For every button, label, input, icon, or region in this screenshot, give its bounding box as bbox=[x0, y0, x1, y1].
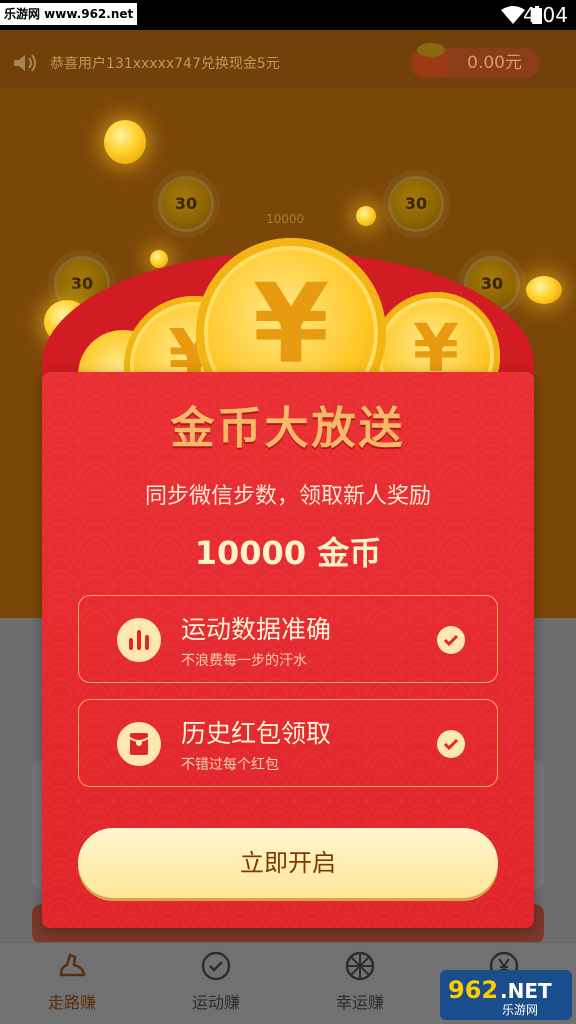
flying-coin bbox=[526, 276, 562, 304]
ticker-text: 恭喜用户131xxxxx747兑换现金5元 bbox=[50, 56, 280, 72]
check-icon bbox=[437, 730, 465, 758]
speaker-icon bbox=[14, 54, 36, 72]
962-net-logo: 962 .NET 乐游网 bbox=[440, 970, 572, 1020]
shoe-icon bbox=[59, 953, 86, 977]
tab-walk[interactable]: 走路赚 bbox=[0, 943, 144, 1024]
announcement-ticker: 恭喜用户131xxxxx747兑换现金5元 bbox=[12, 50, 280, 76]
step-goal-label: 10000 bbox=[266, 212, 305, 226]
tab-label: 走路赚 bbox=[47, 993, 96, 1012]
step-coin[interactable]: 30 bbox=[158, 176, 214, 232]
clock: 4:04 bbox=[523, 3, 568, 27]
check-circle-icon bbox=[201, 951, 231, 981]
tab-label: 运动赚 bbox=[191, 993, 240, 1012]
feature-subtitle: 不浪费每一步的汗水 bbox=[181, 653, 307, 669]
feature-title: 运动数据准确 bbox=[181, 615, 332, 644]
flying-coin bbox=[356, 206, 376, 226]
tab-lucky[interactable]: 幸运赚 bbox=[288, 943, 432, 1024]
popup-subtitle: 同步微信步数，领取新人奖励 bbox=[144, 484, 431, 509]
feature-subtitle: 不错过每个红包 bbox=[181, 757, 279, 773]
popup-title: 金币大放送 bbox=[170, 403, 406, 454]
reward-amount: 10000 金币 bbox=[194, 534, 382, 572]
money-bag-icon bbox=[414, 43, 448, 76]
step-coin[interactable]: 30 bbox=[388, 176, 444, 232]
flying-coin bbox=[150, 250, 168, 268]
bar-chart-icon bbox=[117, 618, 161, 662]
tab-label: 幸运赚 bbox=[335, 993, 384, 1012]
svg-text:962: 962 bbox=[448, 976, 498, 1004]
status-bar: 乐游网 www.962.net 4:04 bbox=[0, 0, 576, 30]
svg-text:乐游网: 乐游网 bbox=[502, 1003, 538, 1017]
red-envelope-icon bbox=[117, 722, 161, 766]
check-icon bbox=[437, 626, 465, 654]
feature-item: 运动数据准确 不浪费每一步的汗水 bbox=[78, 595, 498, 683]
svg-text:.NET: .NET bbox=[500, 979, 552, 1003]
feature-item: 历史红包领取 不错过每个红包 bbox=[78, 699, 498, 787]
flying-coin bbox=[104, 120, 146, 164]
open-now-button[interactable]: 立即开启 bbox=[78, 828, 498, 898]
wallet-amount: 0.00元 bbox=[467, 53, 522, 73]
feature-title: 历史红包领取 bbox=[181, 719, 332, 748]
watermark-label: 乐游网 www.962.net bbox=[0, 3, 138, 25]
wheel-icon bbox=[345, 951, 375, 981]
yen-icon: ¥ bbox=[252, 260, 330, 388]
tab-exercise[interactable]: 运动赚 bbox=[144, 943, 288, 1024]
